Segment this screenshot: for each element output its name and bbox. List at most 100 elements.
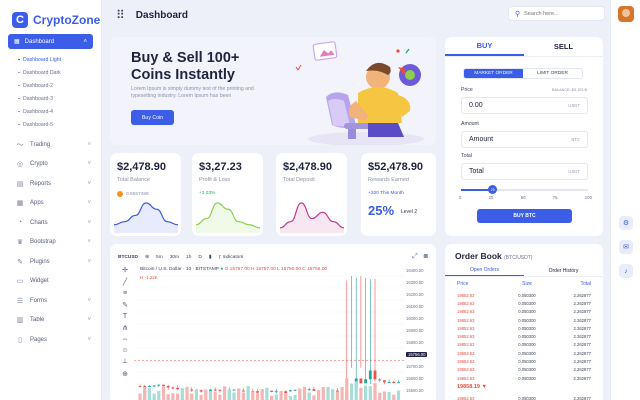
amount-unit: BTC — [571, 137, 580, 142]
order-price: 19852.63 — [457, 334, 475, 340]
zoom-icon[interactable]: ⊕ — [122, 370, 128, 378]
sidebar-subitem[interactable]: Dashboard-3 — [0, 92, 101, 105]
sidebar-item-forms[interactable]: ☰ Forms ˅ — [0, 291, 101, 311]
crosshair-icon[interactable]: ✛ — [122, 266, 128, 274]
sidebar-item-widget[interactable]: ▭ Widget — [0, 272, 101, 292]
add-symbol-icon[interactable]: ⊕ — [145, 255, 149, 260]
limit-order-button[interactable]: LIMIT ORDER — [523, 69, 582, 78]
order-row[interactable]: 19852.63 0.050300 2.262877 — [457, 332, 591, 340]
stat-value: $2,478.90 — [117, 161, 166, 173]
buy-btc-button[interactable]: BUY BTC — [477, 209, 572, 223]
order-row[interactable]: 19852.63 0.050300 2.262877 — [457, 394, 591, 400]
amount-field[interactable]: Amount BTC — [461, 131, 588, 148]
sidebar-item-charts[interactable]: ◔ Charts ˅ — [0, 213, 101, 233]
sidebar-subitem[interactable]: Dashboard-5 — [0, 118, 101, 131]
col-price: Price — [457, 281, 469, 287]
order-total: 2.262877 — [573, 300, 591, 306]
order-book-tabs: Open Orders Order History — [445, 265, 603, 277]
text-icon[interactable]: T — [123, 313, 127, 320]
sidebar-item-reports[interactable]: ▤ Reports ˅ — [0, 174, 101, 194]
order-row[interactable]: 19852.63 0.050300 2.262877 — [457, 299, 591, 307]
sidebar-subitem[interactable]: Dashboard-2 — [0, 79, 101, 92]
hero-title: Buy & Sell 100+ Coins Instantly — [131, 50, 240, 83]
market-order-button[interactable]: MARKET ORDER — [464, 69, 523, 78]
candle-type-icon[interactable]: ▮ — [209, 255, 212, 260]
order-row[interactable]: 19852.63 0.050300 2.262877 — [457, 366, 591, 374]
settings-icon[interactable]: ⚙ — [619, 216, 633, 230]
symbol-label[interactable]: BTCUSD — [118, 255, 138, 260]
camera-icon[interactable]: ◙ — [424, 253, 428, 261]
volume-bar — [166, 394, 170, 400]
bell-icon[interactable]: ♪ — [619, 264, 633, 278]
buy-coin-button[interactable]: Buy Coin — [131, 110, 174, 125]
sidebar-item-pages[interactable]: ▯ Pages ˅ — [0, 330, 101, 350]
interval-1h[interactable]: 1h — [186, 255, 191, 260]
search-input[interactable] — [524, 10, 595, 17]
sidebar-subitem[interactable]: Dashboard Light — [0, 53, 101, 66]
sidebar-item-label: Crypto — [30, 161, 48, 168]
candle-body — [148, 386, 151, 388]
sidebar-item-crypto[interactable]: ◎ Crypto ˅ — [0, 155, 101, 175]
tab-sell[interactable]: SELL — [524, 37, 603, 56]
volume-bar — [340, 386, 344, 400]
candle-body — [373, 370, 377, 380]
tab-buy[interactable]: BUY — [445, 37, 524, 56]
apps-grid-icon[interactable]: ⠿ — [116, 8, 125, 22]
candlestick-plot[interactable] — [134, 270, 404, 400]
amount-slider[interactable]: 25 — [461, 185, 588, 194]
stat-value: $3,27.23 — [199, 161, 242, 173]
sidebar-item-apps[interactable]: ▦ Apps ˅ — [0, 194, 101, 214]
tab-order-history[interactable]: Order History — [524, 265, 603, 276]
sidebar-subitem[interactable]: Dashboard Dark — [0, 66, 101, 79]
bullet-icon — [18, 72, 20, 73]
order-row[interactable]: 19852.63 0.050300 2.262877 — [457, 324, 591, 332]
candle-body — [166, 386, 170, 388]
app-logo[interactable]: C CryptoZone — [0, 0, 101, 30]
measure-icon[interactable]: ⇔ — [122, 336, 129, 343]
order-row[interactable]: 19852.63 0.050300 2.262877 — [457, 374, 591, 382]
col-total: Total — [580, 281, 591, 287]
volume-bar — [246, 386, 250, 400]
ruler-icon[interactable]: ⟂ — [123, 358, 128, 366]
slider-ticks: 0 25 50 75 100 — [459, 195, 592, 200]
price-axis-label: 15500.00 — [406, 388, 424, 393]
volume-bar — [392, 394, 396, 400]
sidebar-item-plugins[interactable]: ✎ Plugins ˅ — [0, 252, 101, 272]
order-row[interactable]: 19852.63 0.050300 2.262877 — [457, 316, 591, 324]
order-price: 19852.63 — [457, 350, 475, 356]
tab-open-orders[interactable]: Open Orders — [445, 265, 524, 276]
slider-tick: 0 — [459, 195, 462, 200]
volume-bar — [335, 391, 339, 400]
order-row[interactable]: 19852.63 0.050300 2.262877 — [457, 291, 591, 299]
sidebar-item-bootstrap[interactable]: ♛ Bootstrap ˅ — [0, 233, 101, 253]
chevron-down-icon: ˅ — [87, 200, 91, 207]
sidebar-item-dashboard[interactable]: ▦ Dashboard ˄ — [8, 34, 93, 49]
sidebar-item-table[interactable]: ▥ Table ˅ — [0, 311, 101, 331]
emoji-icon[interactable]: ☺ — [121, 347, 128, 354]
avatar[interactable] — [618, 6, 634, 22]
indicators-button[interactable]: ƒ Indicators — [219, 255, 244, 260]
sidebar-item-trading[interactable]: 〜 Trading ˅ — [0, 135, 101, 155]
pattern-icon[interactable]: ⋔ — [122, 324, 128, 332]
order-price: 19852.63 — [457, 309, 475, 315]
interval-30m[interactable]: 30m — [170, 255, 179, 260]
order-row[interactable]: 19852.63 0.050300 2.262877 — [457, 341, 591, 349]
slider-knob[interactable]: 25 — [488, 185, 498, 194]
fullscreen-icon[interactable]: ⤢ — [412, 253, 418, 261]
price-field[interactable]: 0.00 USDT — [461, 97, 588, 114]
fib-icon[interactable]: ≡ — [123, 290, 127, 297]
search-box[interactable]: ⚲ — [508, 6, 605, 21]
total-field[interactable]: Total USDT — [461, 163, 588, 180]
slider-tick: 75 — [552, 195, 558, 200]
sidebar-subitem[interactable]: Dashboard-4 — [0, 105, 101, 118]
interval-d[interactable]: D — [198, 255, 201, 260]
order-row[interactable]: 19852.63 0.050300 2.262877 — [457, 357, 591, 365]
interval-5m[interactable]: 5m — [156, 255, 163, 260]
form-icon: ☰ — [16, 297, 24, 305]
order-row[interactable]: 19852.63 0.050300 2.262877 — [457, 349, 591, 357]
sidebar-item-label: Apps — [30, 200, 44, 207]
mail-icon[interactable]: ✉ — [619, 240, 633, 254]
brush-icon[interactable]: ✎ — [122, 301, 128, 309]
order-row[interactable]: 19852.63 0.050300 2.262877 — [457, 308, 591, 316]
trendline-icon[interactable]: ╱ — [123, 278, 127, 286]
